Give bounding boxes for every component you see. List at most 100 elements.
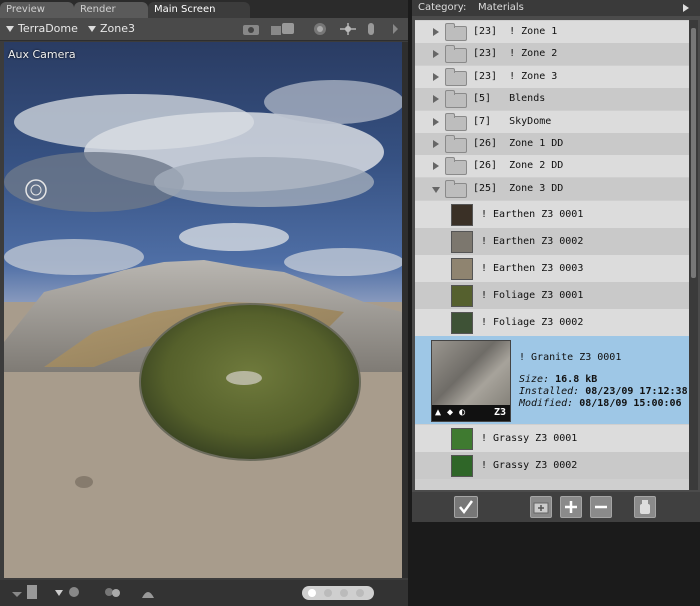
folder-row[interactable]: [7] SkyDome	[415, 110, 689, 133]
material-preview: ▲ ◆ ◐ Z3	[431, 340, 511, 422]
folder-row[interactable]: [5] Blends	[415, 88, 689, 111]
scene-dropdown[interactable]: TerraDome	[6, 21, 78, 37]
expand-arrow-open-icon[interactable]	[432, 186, 440, 193]
folder-icon	[445, 23, 467, 41]
library-footer	[412, 492, 700, 522]
expand-arrow-icon[interactable]	[433, 50, 439, 59]
terrain-scene	[4, 42, 402, 578]
lamp-icon[interactable]	[140, 584, 156, 600]
installed-label: Installed:	[519, 386, 580, 397]
folder-icon	[445, 45, 467, 64]
modified-label: Modified:	[519, 398, 574, 409]
folder-row[interactable]: [26] Zone 1 DD	[415, 133, 689, 155]
tab-preview[interactable]: Preview	[0, 2, 74, 18]
folder-row[interactable]: [25] Zone 3 DD	[415, 177, 689, 200]
minus-icon	[595, 505, 607, 509]
remove-button[interactable]	[590, 496, 612, 518]
viewport-scrollbar[interactable]	[402, 42, 408, 578]
new-folder-button[interactable]	[530, 496, 552, 518]
page-icon[interactable]	[26, 584, 38, 600]
material-label: ! Grassy Z3 0002	[481, 460, 578, 471]
chevron-down-icon	[88, 26, 96, 32]
material-thumbnail	[451, 312, 473, 334]
scene-dropdown-label: TerraDome	[18, 22, 78, 35]
material-label: ! Foliage Z3 0002	[481, 317, 584, 328]
folder-icon	[445, 112, 467, 131]
folder-label: [7] SkyDome	[473, 115, 552, 127]
zone-badge: Z3	[493, 407, 506, 418]
library-panel: Category: Materials [23] ! Zone 1 [23] ! …	[412, 0, 700, 522]
chevron-right-icon[interactable]	[682, 3, 690, 13]
materials-list[interactable]: [23] ! Zone 1 [23] ! Zone 2 [23] ! Zone 3 […	[415, 20, 689, 490]
navigation-dots[interactable]	[302, 586, 374, 600]
library-scrollbar[interactable]	[689, 20, 698, 490]
material-thumbnail	[451, 204, 473, 226]
checkmark-icon	[459, 500, 474, 515]
move-icon[interactable]	[338, 22, 358, 36]
expand-arrow-icon[interactable]	[433, 95, 439, 104]
properties-button[interactable]	[634, 496, 656, 518]
expand-arrow-icon[interactable]	[433, 72, 439, 81]
object-icon[interactable]	[10, 586, 24, 600]
installed-value: 08/23/09 17:12:38	[585, 386, 688, 397]
chevron-down-icon[interactable]	[54, 588, 64, 598]
add-button[interactable]	[560, 496, 582, 518]
material-row[interactable]: ! Foliage Z3 0001	[415, 282, 689, 309]
category-value[interactable]: Materials	[478, 2, 524, 13]
expand-arrow-icon[interactable]	[433, 162, 439, 171]
folder-icon	[445, 135, 467, 153]
badge-icons: ▲ ◆ ◐	[435, 407, 466, 418]
rotate-icon[interactable]	[312, 22, 328, 36]
tab-main-screen[interactable]: Main Screen	[148, 2, 250, 18]
zone-dropdown[interactable]: Zone3	[88, 21, 135, 37]
camera-icon[interactable]	[242, 22, 262, 36]
viewport-toolbar: TerraDome Zone3	[0, 18, 408, 41]
preview-badge-bar: ▲ ◆ ◐ Z3	[432, 405, 510, 421]
folder-icon	[445, 179, 467, 198]
material-row[interactable]: ! Foliage Z3 0002	[415, 309, 689, 336]
chevron-down-icon	[6, 26, 14, 32]
folder-icon	[445, 67, 467, 86]
folder-row[interactable]: [23] ! Zone 3	[415, 65, 689, 88]
selected-material[interactable]: ▲ ◆ ◐ Z3 ! Granite Z3 0001 Size: 16.8 kB Ins…	[415, 336, 689, 424]
folder-label: [5] Blends	[473, 93, 546, 105]
material-thumbnail	[451, 285, 473, 307]
material-row[interactable]: ! Earthen Z3 0002	[415, 228, 689, 255]
3d-viewport[interactable]: Aux Camera	[4, 42, 402, 578]
sphere-icon[interactable]	[68, 586, 80, 598]
material-row[interactable]: ! Grassy Z3 0002	[415, 452, 689, 479]
size-value: 16.8 kB	[555, 374, 598, 385]
light-icon[interactable]	[104, 585, 122, 599]
folder-row[interactable]: [26] Zone 2 DD	[415, 155, 689, 178]
apply-button[interactable]	[454, 496, 478, 518]
plus-icon	[565, 501, 577, 513]
zoom-icon[interactable]	[366, 22, 376, 36]
expand-arrow-icon[interactable]	[433, 117, 439, 126]
material-label: ! Grassy Z3 0001	[481, 433, 578, 444]
folder-icon	[445, 157, 467, 176]
tab-render[interactable]: Render	[74, 2, 148, 18]
material-label: ! Earthen Z3 0003	[481, 263, 584, 274]
camera-view-icon[interactable]	[270, 22, 296, 36]
expand-arrow-icon[interactable]	[433, 28, 439, 36]
viewport-panel: Preview Render Main Screen TerraDome Zon…	[0, 0, 408, 606]
folder-label: [25] Zone 3 DD	[473, 182, 564, 194]
folder-label: [23] ! Zone 3	[473, 70, 558, 82]
modified-value: 08/18/09 15:00:06	[579, 398, 682, 409]
material-row[interactable]: ! Grassy Z3 0001	[415, 425, 689, 452]
scrollbar-thumb[interactable]	[691, 28, 696, 278]
chevron-right-icon[interactable]	[390, 22, 400, 36]
material-label: ! Earthen Z3 0001	[481, 209, 584, 220]
category-label: Category:	[418, 2, 467, 13]
category-header: Category: Materials	[412, 0, 700, 16]
expand-arrow-icon[interactable]	[433, 140, 439, 148]
material-thumbnail	[451, 455, 473, 477]
material-row[interactable]: ! Earthen Z3 0003	[415, 255, 689, 282]
folder-row[interactable]: [23] ! Zone 1	[415, 21, 689, 43]
folder-label: [26] Zone 1 DD	[473, 138, 564, 149]
new-folder-icon	[533, 502, 549, 514]
folder-row[interactable]: [23] ! Zone 2	[415, 43, 689, 66]
material-row[interactable]: ! Earthen Z3 0001	[415, 201, 689, 228]
bottle-icon	[640, 500, 650, 514]
material-label: ! Foliage Z3 0001	[481, 290, 584, 301]
